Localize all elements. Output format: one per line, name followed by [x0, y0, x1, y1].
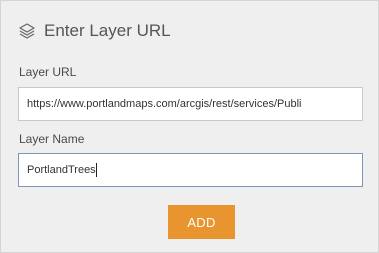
layer-name-value: PortlandTrees — [27, 164, 96, 176]
layer-url-label: Layer URL — [19, 65, 77, 79]
layer-name-label: Layer Name — [19, 132, 85, 146]
layer-url-input[interactable]: https://www.portlandmaps.com/arcgis/rest… — [18, 87, 363, 121]
text-caret — [95, 163, 97, 177]
layer-url-value: https://www.portlandmaps.com/arcgis/rest… — [27, 98, 302, 110]
add-button[interactable]: ADD — [168, 205, 235, 239]
panel-header: Enter Layer URL — [18, 18, 171, 44]
layers-icon — [18, 22, 36, 40]
panel-title: Enter Layer URL — [44, 21, 171, 40]
layer-name-input[interactable]: PortlandTrees — [18, 153, 363, 187]
enter-layer-url-panel: Enter Layer URL Layer URL https://www.po… — [0, 0, 379, 253]
